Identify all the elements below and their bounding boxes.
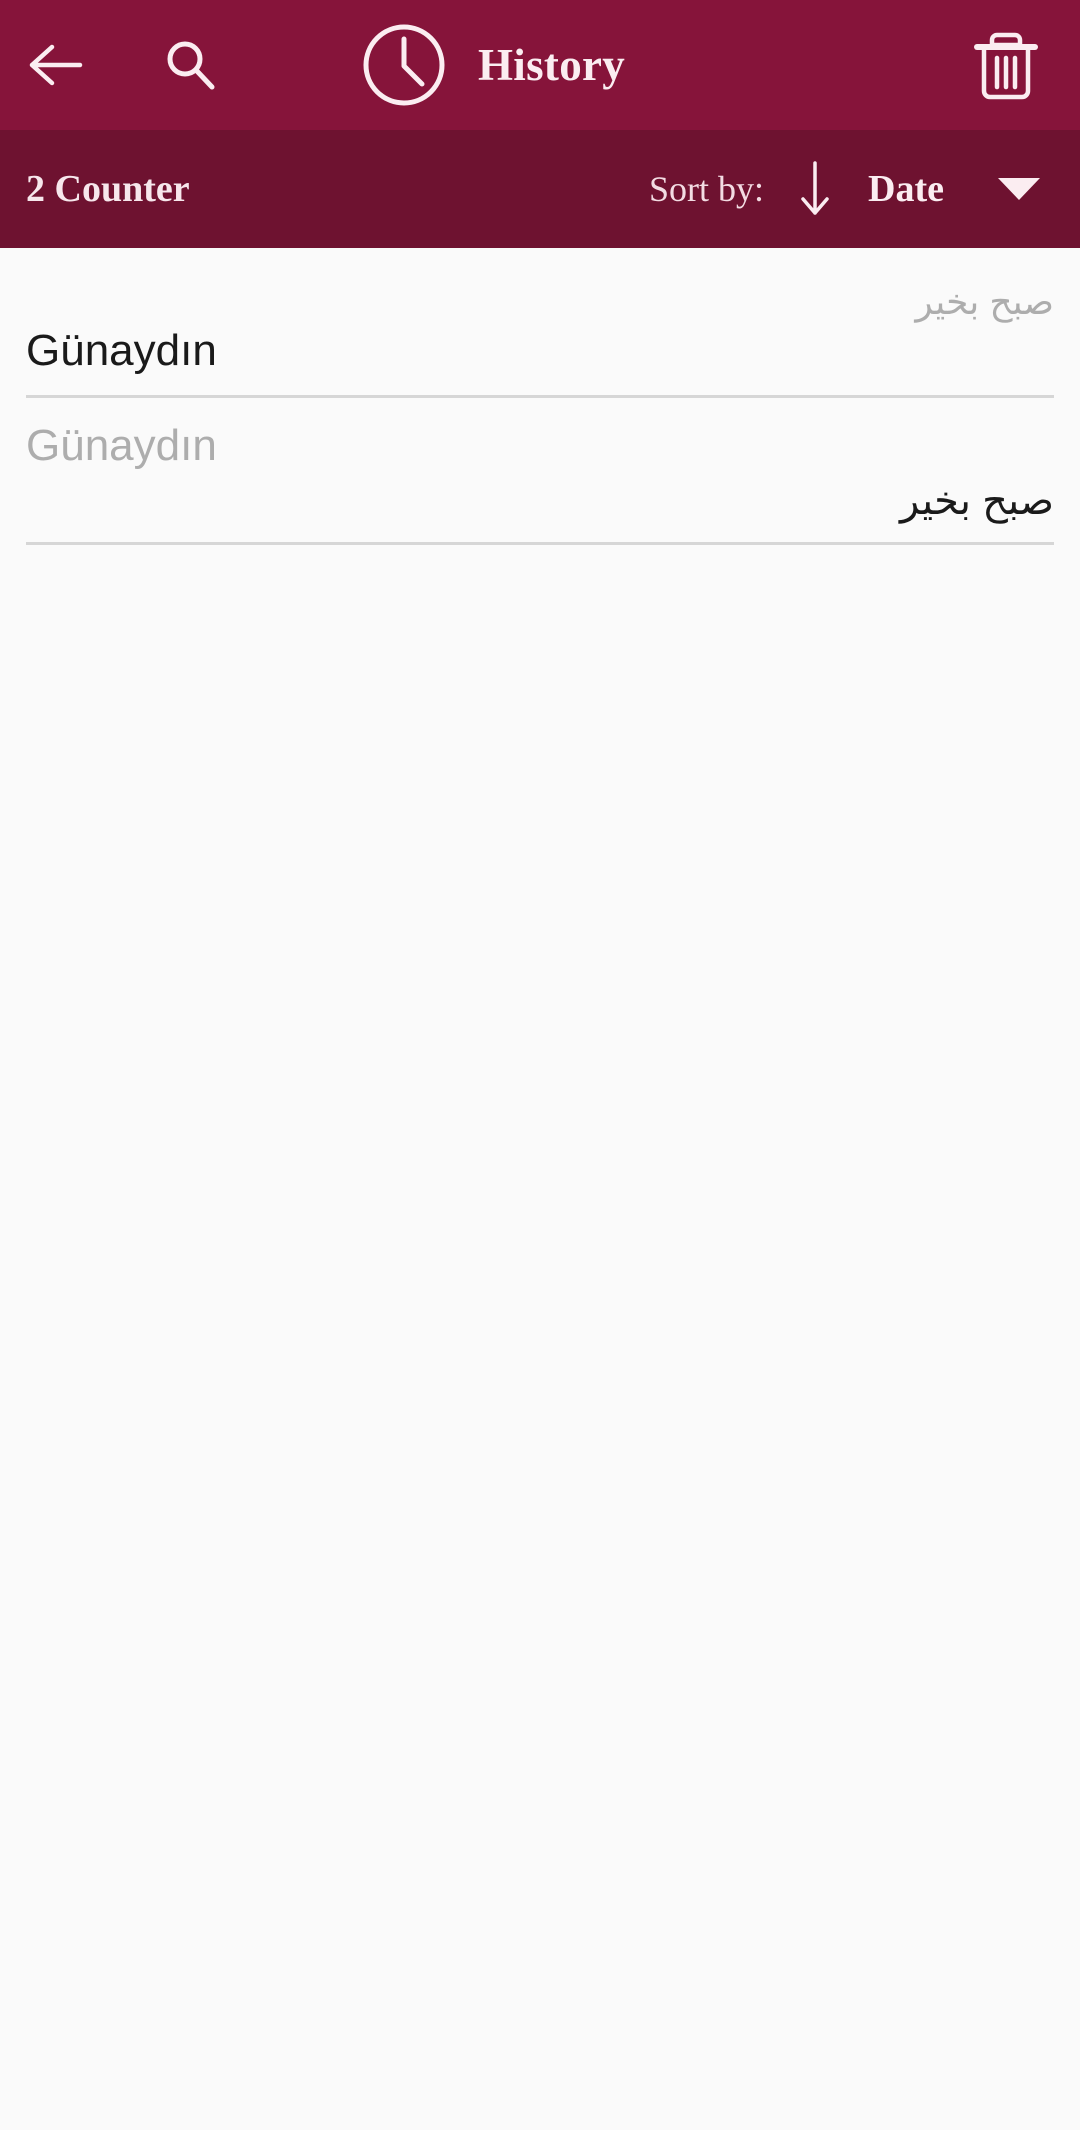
list-item[interactable]: Günaydın صبح بخير [0, 398, 1080, 542]
sort-by-label: Sort by: [649, 169, 765, 209]
sort-field-label[interactable]: Date [868, 167, 944, 211]
history-list: صبح بخير Günaydın Günaydın صبح بخير [0, 248, 1080, 545]
counter-label: 2 Counter [26, 168, 190, 210]
list-item-translated-text: صبح بخير [899, 478, 1054, 523]
search-icon [167, 41, 215, 90]
sort-direction-button[interactable] [798, 161, 832, 217]
page-title-group: History [358, 19, 625, 111]
list-divider [26, 541, 1054, 545]
list-item-translated-text: Günaydın [26, 326, 217, 375]
delete-button[interactable] [966, 25, 1046, 105]
sort-bar: 2 Counter Sort by: Date [0, 130, 1080, 248]
list-item-source-text: Günaydın [26, 420, 217, 470]
arrow-left-icon [29, 44, 83, 86]
sort-control[interactable]: Sort by: Date [649, 130, 1080, 248]
back-button[interactable] [8, 0, 104, 130]
list-item-source-text: صبح بخير [915, 281, 1054, 322]
arrow-down-icon [801, 161, 829, 215]
caret-down-icon[interactable] [998, 178, 1040, 200]
search-button[interactable] [142, 0, 238, 130]
trash-icon [974, 32, 1038, 100]
page-title: History [478, 40, 626, 90]
clock-icon [358, 19, 450, 111]
list-item[interactable]: صبح بخير Günaydın [0, 248, 1080, 395]
app-bar: History [0, 0, 1080, 130]
